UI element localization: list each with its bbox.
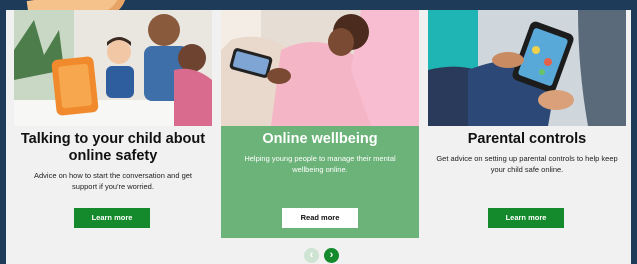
chevron-left-icon[interactable]: ‹ [304, 248, 319, 263]
card-talking-online-safety: Talking to your child about online safet… [14, 10, 212, 238]
card-parental-controls: Parental controls Get advice on setting … [428, 10, 626, 238]
card-description: Helping young people to manage their men… [244, 154, 396, 174]
card-image-child-phone [221, 10, 419, 126]
card-description: Advice on how to start the conversation … [33, 171, 192, 191]
chevron-right-icon[interactable]: › [324, 248, 339, 263]
card-online-wellbeing: Online wellbeing Helping young people to… [221, 10, 419, 238]
learn-more-button[interactable]: Learn more [488, 208, 564, 228]
card-title: Online wellbeing [262, 131, 378, 147]
read-more-button[interactable]: Read more [282, 208, 358, 228]
card-image-tablet-use [428, 10, 626, 126]
left-frame-bar [0, 0, 6, 264]
learn-more-button[interactable]: Learn more [74, 208, 150, 228]
right-frame-bar [631, 0, 637, 264]
card-description: Get advice on setting up parental contro… [436, 154, 618, 174]
card-image-family-tablet [14, 10, 212, 126]
card-title: Talking to your child about online safet… [20, 131, 206, 164]
card-title: Parental controls [467, 131, 587, 147]
